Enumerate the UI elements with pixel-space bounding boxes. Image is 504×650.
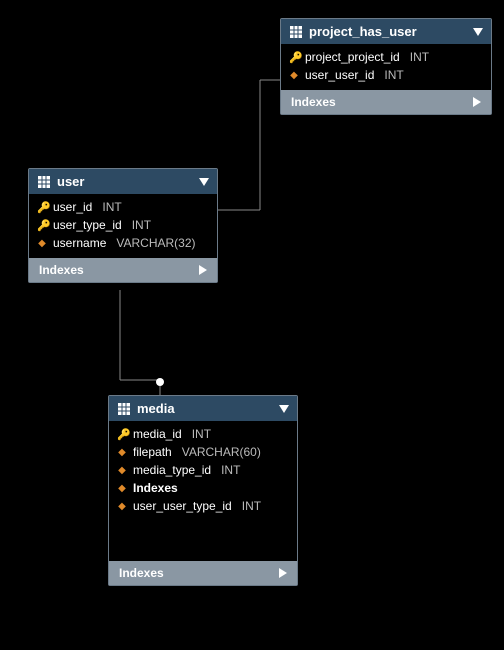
column-type: INT bbox=[221, 463, 240, 477]
column-row[interactable]: 🔑 project_project_id INT bbox=[289, 48, 483, 66]
table-icon bbox=[117, 402, 131, 416]
table-project-has-user[interactable]: project_has_user 🔑 project_project_id IN… bbox=[280, 18, 492, 115]
expand-icon bbox=[473, 97, 481, 107]
table-header[interactable]: project_has_user bbox=[281, 19, 491, 44]
column-name: user_type_id bbox=[53, 218, 122, 232]
diamond-icon: ◆ bbox=[117, 465, 127, 476]
diamond-icon: ◆ bbox=[37, 238, 47, 249]
indexes-bar[interactable]: Indexes bbox=[281, 90, 491, 114]
diamond-icon: ◆ bbox=[117, 483, 127, 494]
column-name: username bbox=[53, 236, 106, 250]
indexes-mid-label: Indexes bbox=[133, 481, 178, 495]
column-name: filepath bbox=[133, 445, 172, 459]
table-title: user bbox=[57, 174, 84, 189]
table-columns: 🔑 media_id INT ◆ filepath VARCHAR(60) ◆ … bbox=[109, 421, 297, 521]
column-type: INT bbox=[102, 200, 121, 214]
indexes-bar[interactable]: Indexes bbox=[29, 258, 217, 282]
column-type: VARCHAR(32) bbox=[116, 236, 195, 250]
collapse-icon[interactable] bbox=[279, 405, 289, 413]
diamond-icon: ◆ bbox=[117, 501, 127, 512]
indexes-bar[interactable]: Indexes bbox=[109, 561, 297, 585]
table-header[interactable]: media bbox=[109, 396, 297, 421]
collapse-icon[interactable] bbox=[473, 28, 483, 36]
table-header[interactable]: user bbox=[29, 169, 217, 194]
column-type: INT bbox=[410, 50, 429, 64]
table-columns: 🔑 project_project_id INT ◆ user_user_id … bbox=[281, 44, 491, 90]
expand-icon bbox=[279, 568, 287, 578]
indexes-label: Indexes bbox=[39, 263, 84, 277]
key-icon: 🔑 bbox=[117, 428, 127, 441]
indexes-label: Indexes bbox=[119, 566, 164, 580]
key-icon: 🔑 bbox=[37, 219, 47, 232]
column-type: INT bbox=[242, 499, 261, 513]
column-row[interactable]: 🔑 user_type_id INT bbox=[37, 216, 209, 234]
indexes-label: Indexes bbox=[291, 95, 336, 109]
table-title: media bbox=[137, 401, 175, 416]
column-name: media_id bbox=[133, 427, 182, 441]
column-row[interactable]: 🔑 media_id INT bbox=[117, 425, 289, 443]
column-type: INT bbox=[384, 68, 403, 82]
column-type: INT bbox=[132, 218, 151, 232]
column-row[interactable]: ◆ media_type_id INT bbox=[117, 461, 289, 479]
key-icon: 🔑 bbox=[289, 51, 299, 64]
table-icon bbox=[37, 175, 51, 189]
column-type: INT bbox=[192, 427, 211, 441]
collapse-icon[interactable] bbox=[199, 178, 209, 186]
column-name: project_project_id bbox=[305, 50, 400, 64]
column-row[interactable]: ◆ user_user_id INT bbox=[289, 66, 483, 84]
column-row[interactable]: ◆ filepath VARCHAR(60) bbox=[117, 443, 289, 461]
column-row[interactable]: 🔑 user_id INT bbox=[37, 198, 209, 216]
column-row[interactable]: ◆ username VARCHAR(32) bbox=[37, 234, 209, 252]
column-name: user_id bbox=[53, 200, 92, 214]
table-user[interactable]: user 🔑 user_id INT 🔑 user_type_id INT ◆ … bbox=[28, 168, 218, 283]
expand-icon bbox=[199, 265, 207, 275]
erd-canvas: project_has_user 🔑 project_project_id IN… bbox=[0, 0, 504, 650]
column-type: VARCHAR(60) bbox=[182, 445, 261, 459]
table-columns: 🔑 user_id INT 🔑 user_type_id INT ◆ usern… bbox=[29, 194, 217, 258]
column-name: user_user_type_id bbox=[133, 499, 232, 513]
key-icon: 🔑 bbox=[37, 201, 47, 214]
column-row[interactable]: ◆ user_user_type_id INT bbox=[117, 497, 289, 515]
column-name: user_user_id bbox=[305, 68, 374, 82]
column-row[interactable]: ◆ Indexes bbox=[117, 479, 289, 497]
table-media[interactable]: media 🔑 media_id INT ◆ filepath VARCHAR(… bbox=[108, 395, 298, 586]
diamond-icon: ◆ bbox=[289, 70, 299, 81]
diamond-icon: ◆ bbox=[117, 447, 127, 458]
table-title: project_has_user bbox=[309, 24, 417, 39]
table-icon bbox=[289, 25, 303, 39]
column-name: media_type_id bbox=[133, 463, 211, 477]
